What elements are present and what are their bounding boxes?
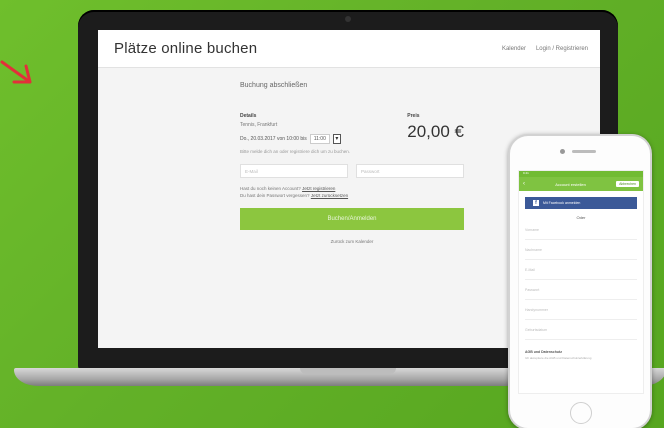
account-links: Hast du noch keinen Account? Jetzt regis… — [240, 185, 464, 199]
site-title: Plätze online buchen — [114, 40, 258, 57]
terms-section-title: AGB und Datenschutz — [525, 350, 562, 354]
details-column: Details Tennis, Frankfurt Do., 20.03.201… — [240, 113, 341, 144]
red-arrow-icon — [0, 60, 32, 84]
reset-password-link[interactable]: Jetzt zurücksetzen — [311, 193, 348, 198]
facebook-icon: f — [533, 200, 539, 206]
phone-title: Account erstellen — [555, 181, 586, 187]
laptop-camera — [345, 16, 351, 22]
end-time-select[interactable]: 11:00 — [309, 134, 330, 144]
register-link[interactable]: Jetzt registrieren — [302, 186, 335, 191]
laptop-notch — [300, 368, 396, 374]
details-label: Details — [240, 113, 257, 119]
site-header: Plätze online buchen Kalender Login / Re… — [98, 30, 600, 68]
site-nav: Kalender Login / Registrieren — [502, 46, 588, 52]
facebook-login-button[interactable]: f Mit Facebook anmelden — [525, 197, 637, 209]
nav-calendar-link[interactable]: Kalender — [502, 46, 526, 52]
phone-email-field[interactable]: E-Mail — [525, 266, 637, 280]
chevron-down-icon[interactable]: ▾ — [332, 134, 341, 144]
price-value: 20,00 € — [407, 122, 464, 141]
phone-speaker — [572, 150, 596, 153]
booking-form: Buchung abschließen Details Tennis, Fran… — [240, 82, 464, 244]
back-to-calendar-link[interactable]: Zurück zum Kalender — [240, 239, 464, 244]
login-inputs: E-Mail Passwort — [240, 164, 464, 178]
phone-home-button[interactable] — [570, 402, 592, 424]
register-line: Hast du noch keinen Account? Jetzt regis… — [240, 185, 464, 192]
nav-login-link[interactable]: Login / Registrieren — [536, 46, 588, 52]
book-button[interactable]: Buchen/Anmelden — [240, 208, 464, 230]
forgot-line: Du hast dein Passwort vergessen? Jetzt z… — [240, 192, 464, 199]
date-row: Do., 20.03.2017 von 10:00 bis 11:00 ▾ — [240, 134, 341, 144]
price-column: Preis 20,00 € — [407, 113, 464, 144]
forgot-password-text: Du hast dein Passwort vergessen? — [240, 193, 310, 198]
smartphone: 9:41 ‹ Account erstellen Abbrechen f Mit… — [508, 134, 652, 428]
no-account-text: Hast du noch keinen Account? — [240, 186, 301, 191]
back-arrow-icon[interactable]: ‹ — [523, 181, 525, 187]
phone-screen: 9:41 ‹ Account erstellen Abbrechen f Mit… — [518, 170, 644, 394]
first-name-field[interactable]: Vorname — [525, 226, 637, 240]
booking-step-title: Buchung abschließen — [240, 82, 308, 89]
court-name: Tennis, Frankfurt — [240, 122, 278, 128]
price-label: Preis — [407, 113, 420, 119]
phone-camera — [560, 149, 565, 154]
birthdate-field[interactable]: Geburtsdatum — [525, 326, 637, 340]
phone-app-bar: ‹ Account erstellen Abbrechen — [519, 177, 643, 191]
booking-details-row: Details Tennis, Frankfurt Do., 20.03.201… — [240, 113, 464, 144]
phone-cancel-button[interactable]: Abbrechen — [616, 181, 639, 187]
last-name-field[interactable]: Nachname — [525, 246, 637, 260]
password-field[interactable]: Passwort — [356, 164, 464, 178]
facebook-login-label: Mit Facebook anmelden — [543, 201, 581, 205]
or-divider: Oder — [576, 215, 586, 220]
login-hint: Bitte melde dich an oder registriere dic… — [240, 149, 351, 154]
email-field[interactable]: E-Mail — [240, 164, 348, 178]
mobile-number-field[interactable]: Handynummer — [525, 306, 637, 320]
phone-password-field[interactable]: Passwort — [525, 286, 637, 300]
booking-date: Do., 20.03.2017 von 10:00 bis — [240, 136, 307, 142]
terms-checkbox-label[interactable]: Ich akzeptiere die AGB und Datenschutzer… — [525, 356, 637, 360]
